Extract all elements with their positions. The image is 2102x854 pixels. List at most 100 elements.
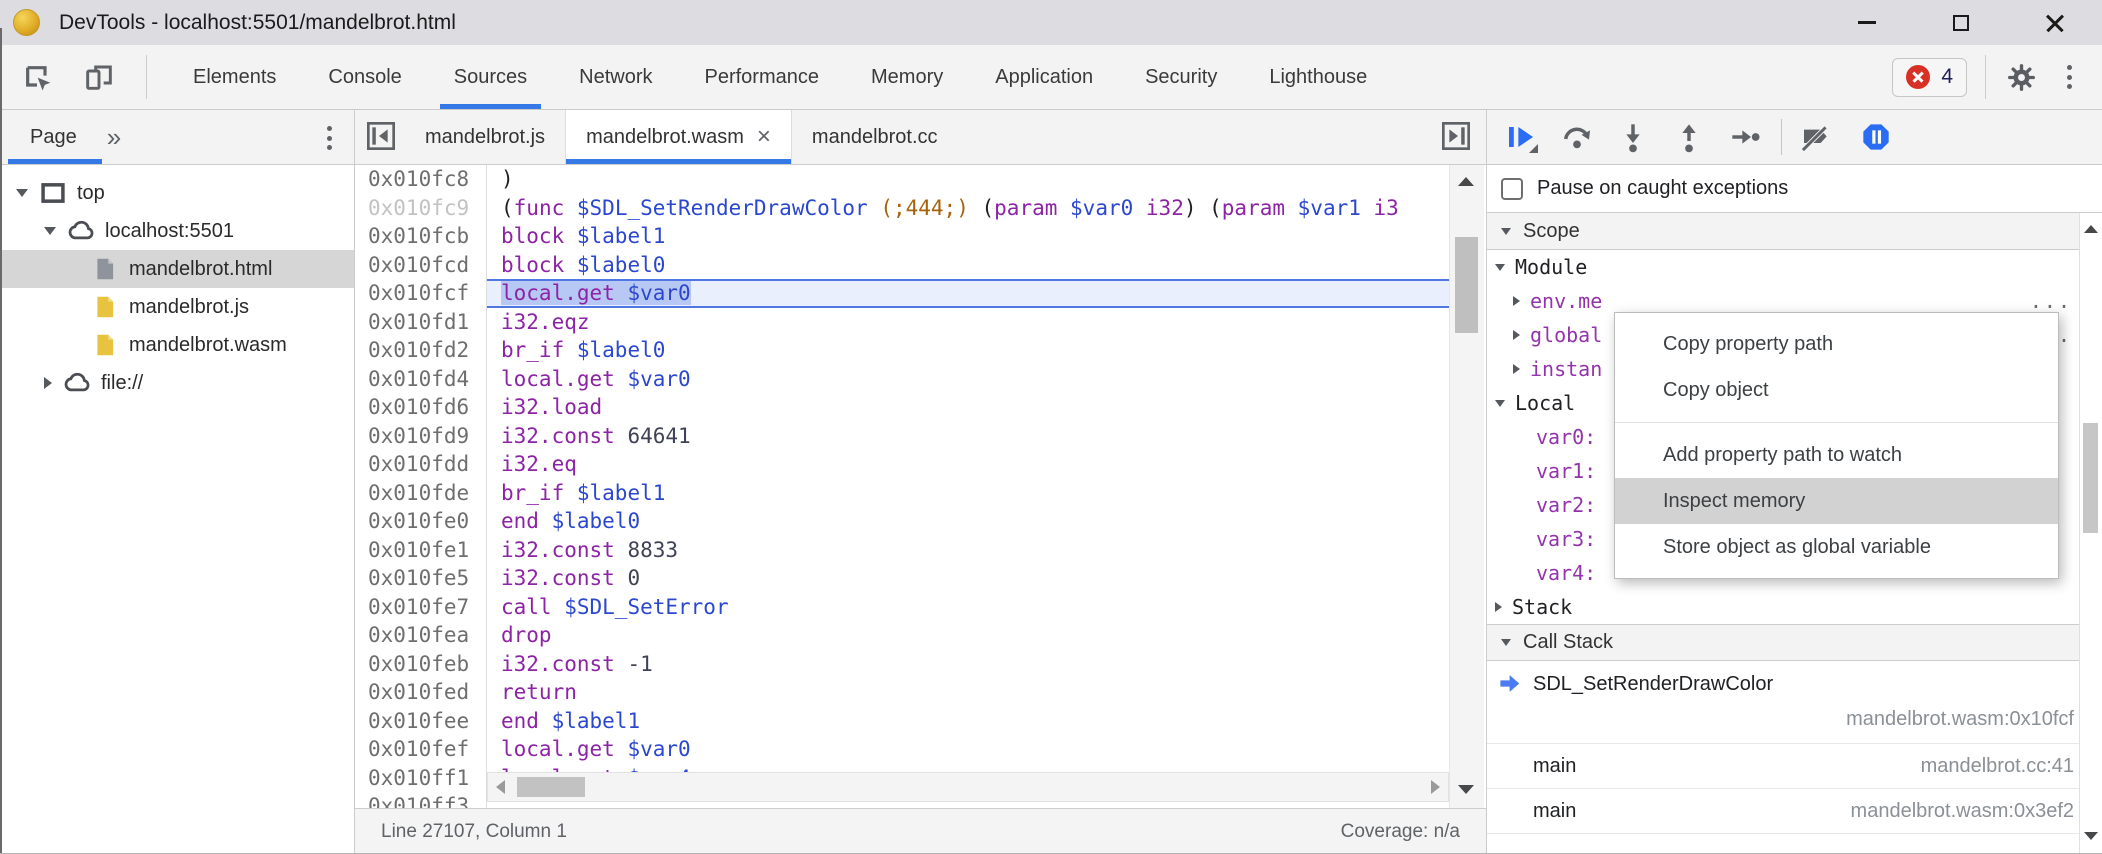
- horizontal-scrollbar[interactable]: [487, 772, 1449, 802]
- expander-open-icon[interactable]: [16, 189, 28, 197]
- step-into-button[interactable]: [1616, 120, 1650, 154]
- expander-closed-icon[interactable]: [44, 377, 52, 389]
- frame-location[interactable]: mandelbrot.wasm:0x10fcf: [1846, 708, 2074, 731]
- tree-item-localhost-5501[interactable]: localhost:5501: [0, 212, 354, 250]
- expander-open-icon[interactable]: [44, 227, 56, 235]
- line-address[interactable]: 0x010fdd: [355, 450, 487, 479]
- line-address[interactable]: 0x010fe7: [355, 593, 487, 622]
- expander-closed-icon[interactable]: [1513, 330, 1520, 340]
- tree-item-mandelbrot-html[interactable]: mandelbrot.html: [0, 250, 354, 288]
- line-address[interactable]: 0x010fcd: [355, 251, 487, 280]
- scope-row-stack[interactable]: Stack: [1487, 590, 2102, 624]
- call-stack-frame-main[interactable]: mainmandelbrot.wasm:0x3ef2: [1487, 789, 2102, 834]
- scroll-up-icon[interactable]: [1458, 177, 1474, 186]
- horizontal-scroll-thumb[interactable]: [517, 777, 585, 797]
- vertical-scroll-thumb[interactable]: [1455, 237, 1478, 333]
- tab-network[interactable]: Network: [553, 45, 678, 109]
- close-tab-icon[interactable]: ×: [757, 125, 771, 149]
- hide-navigator-button[interactable]: [365, 120, 399, 154]
- device-toolbar-button[interactable]: [82, 60, 116, 94]
- tab-sources[interactable]: Sources: [428, 45, 553, 109]
- line-address[interactable]: 0x010fe1: [355, 536, 487, 565]
- line-address[interactable]: 0x010feb: [355, 650, 487, 679]
- minimize-button[interactable]: [1820, 0, 1914, 45]
- line-address[interactable]: 0x010fe0: [355, 507, 487, 536]
- close-button[interactable]: [2008, 0, 2102, 45]
- line-address[interactable]: 0x010fd1: [355, 308, 487, 337]
- double-chevron-icon[interactable]: »: [107, 122, 121, 153]
- tab-elements[interactable]: Elements: [167, 45, 302, 109]
- settings-button[interactable]: [2004, 60, 2038, 94]
- call-stack-frame-main[interactable]: mainmandelbrot.cc:41: [1487, 744, 2102, 789]
- line-address[interactable]: 0x010fc9: [355, 194, 487, 223]
- expander-closed-icon[interactable]: [1513, 364, 1520, 374]
- line-address[interactable]: 0x010fd2: [355, 336, 487, 365]
- scroll-left-icon[interactable]: [496, 780, 505, 794]
- frame-location[interactable]: mandelbrot.wasm:0x3ef2: [1851, 800, 2074, 823]
- debugger-scroll-thumb[interactable]: [2083, 423, 2098, 533]
- expander-closed-icon[interactable]: [1495, 602, 1502, 612]
- line-address[interactable]: 0x010ff3: [355, 792, 487, 808]
- tab-memory[interactable]: Memory: [845, 45, 969, 109]
- inspect-element-button[interactable]: [20, 60, 54, 94]
- scroll-up-icon[interactable]: [2084, 225, 2098, 233]
- frame-location[interactable]: mandelbrot.cc:41: [1921, 755, 2074, 778]
- maximize-button[interactable]: [1914, 0, 2008, 45]
- deactivate-breakpoints-button[interactable]: [1799, 120, 1833, 154]
- call-stack-frame-sdl-setrenderdrawcolor[interactable]: SDL_SetRenderDrawColormandelbrot.wasm:0x…: [1487, 661, 2102, 744]
- pause-on-exceptions-button[interactable]: [1859, 120, 1893, 154]
- menu-item-store-object-as-global-variable[interactable]: Store object as global variable: [1615, 524, 2058, 570]
- source-tab-mandelbrot-js[interactable]: mandelbrot.js: [405, 110, 565, 164]
- scope-row-module[interactable]: Module: [1487, 250, 2102, 284]
- tree-item-mandelbrot-js[interactable]: mandelbrot.js: [0, 288, 354, 326]
- menu-item-add-property-path-to-watch[interactable]: Add property path to watch: [1615, 432, 2058, 478]
- tree-item-top[interactable]: top: [0, 174, 354, 212]
- pause-on-caught-checkbox[interactable]: [1501, 178, 1523, 200]
- scroll-right-icon[interactable]: [1431, 780, 1440, 794]
- tree-item-file[interactable]: file://: [0, 364, 354, 402]
- expander-open-icon[interactable]: [1495, 400, 1505, 407]
- vertical-scrollbar[interactable]: [1449, 165, 1484, 808]
- line-address[interactable]: 0x010fcf: [355, 279, 487, 308]
- scroll-down-icon[interactable]: [1458, 785, 1474, 794]
- navigator-tab-page[interactable]: Page: [30, 126, 77, 149]
- line-address[interactable]: 0x010fd6: [355, 393, 487, 422]
- line-address[interactable]: 0x010fde: [355, 479, 487, 508]
- cloud-icon: [62, 368, 92, 398]
- line-address[interactable]: 0x010fd9: [355, 422, 487, 451]
- scope-section-header[interactable]: Scope: [1487, 213, 2102, 250]
- navigator-more-button[interactable]: [327, 126, 332, 150]
- line-address[interactable]: 0x010fe5: [355, 564, 487, 593]
- step-button[interactable]: [1728, 120, 1762, 154]
- menu-item-copy-property-path[interactable]: Copy property path: [1615, 321, 2058, 367]
- error-count-badge[interactable]: 4: [1892, 58, 1967, 97]
- expander-closed-icon[interactable]: [1513, 296, 1520, 306]
- step-out-button[interactable]: [1672, 120, 1706, 154]
- line-address[interactable]: 0x010fef: [355, 735, 487, 764]
- tab-application[interactable]: Application: [969, 45, 1119, 109]
- tree-item-mandelbrot-wasm[interactable]: mandelbrot.wasm: [0, 326, 354, 364]
- line-address[interactable]: 0x010fee: [355, 707, 487, 736]
- debugger-scrollbar[interactable]: [2079, 213, 2102, 854]
- line-address[interactable]: 0x010fcb: [355, 222, 487, 251]
- menu-item-copy-object[interactable]: Copy object: [1615, 367, 2058, 413]
- call-stack-section-header[interactable]: Call Stack: [1487, 624, 2102, 661]
- source-tab-mandelbrot-wasm[interactable]: mandelbrot.wasm×: [565, 110, 792, 164]
- line-address[interactable]: 0x010fc8: [355, 165, 487, 194]
- tab-console[interactable]: Console: [302, 45, 427, 109]
- scroll-down-icon[interactable]: [2084, 832, 2098, 840]
- tab-lighthouse[interactable]: Lighthouse: [1243, 45, 1393, 109]
- expander-open-icon[interactable]: [1495, 264, 1505, 271]
- show-debugger-button[interactable]: [1440, 120, 1474, 154]
- step-over-button[interactable]: [1560, 120, 1594, 154]
- menu-item-inspect-memory[interactable]: Inspect memory: [1615, 478, 2058, 524]
- line-address[interactable]: 0x010fed: [355, 678, 487, 707]
- resume-button[interactable]: [1504, 120, 1538, 154]
- more-options-button[interactable]: [2052, 60, 2086, 94]
- line-address[interactable]: 0x010ff1: [355, 764, 487, 793]
- tab-security[interactable]: Security: [1119, 45, 1243, 109]
- tab-performance[interactable]: Performance: [679, 45, 846, 109]
- source-tab-mandelbrot-cc[interactable]: mandelbrot.cc: [792, 110, 958, 164]
- line-address[interactable]: 0x010fd4: [355, 365, 487, 394]
- line-address[interactable]: 0x010fea: [355, 621, 487, 650]
